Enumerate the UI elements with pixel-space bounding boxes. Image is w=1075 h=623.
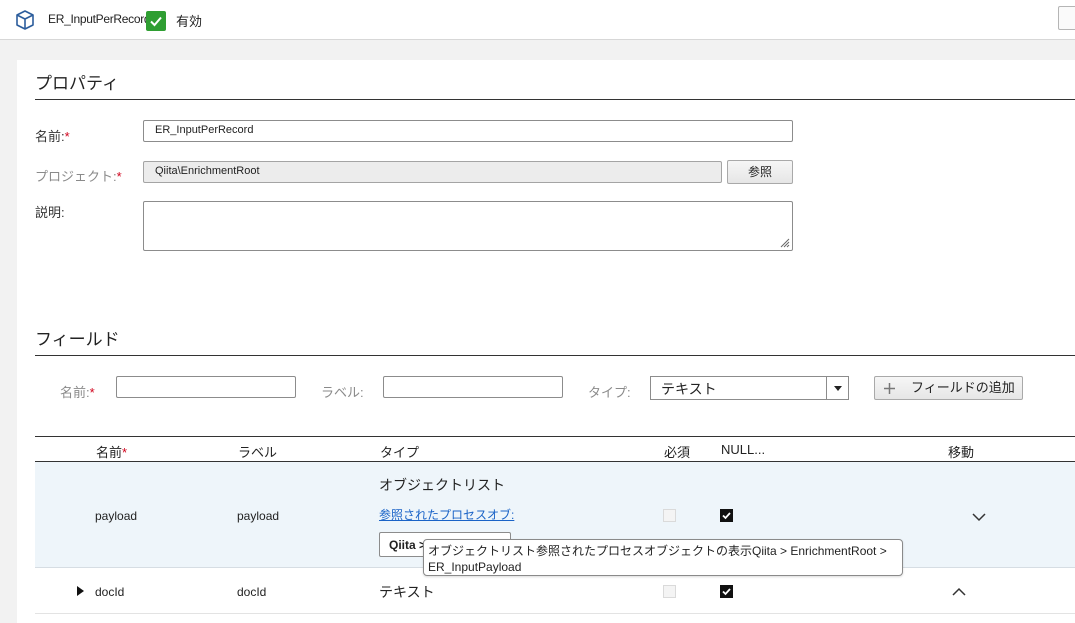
section-divider xyxy=(35,355,1075,356)
browse-button[interactable]: 参照 xyxy=(727,160,793,184)
check-icon xyxy=(722,512,731,520)
nullable-checkbox[interactable] xyxy=(720,509,733,522)
column-header-required[interactable]: 必須 xyxy=(664,442,690,461)
new-field-name-input[interactable] xyxy=(116,376,296,398)
top-bar: ER_InputPerRecord 有効 xyxy=(0,0,1075,40)
new-field-type-label: タイプ: xyxy=(588,385,631,400)
add-field-button[interactable]: フィールドの追加 xyxy=(874,376,1023,400)
chevron-up-icon[interactable] xyxy=(952,587,966,597)
required-checkbox[interactable] xyxy=(663,509,676,522)
tooltip-line-2: ER_InputPayload xyxy=(428,560,522,574)
type-select[interactable]: テキスト xyxy=(650,376,849,400)
new-field-label-input[interactable] xyxy=(383,376,563,398)
left-gutter xyxy=(0,40,17,623)
column-header-name[interactable]: 名前* xyxy=(96,442,127,461)
row-name: docId xyxy=(95,585,125,599)
project-field-label: プロジェクト:* xyxy=(35,169,122,184)
column-header-label[interactable]: ラベル xyxy=(238,442,277,461)
description-field-label: 説明: xyxy=(35,205,65,220)
properties-section-title: プロパティ xyxy=(35,74,119,93)
row-label: docId xyxy=(237,585,267,599)
referenced-object-link[interactable]: 参照されたプロセスオブ: xyxy=(379,506,514,523)
column-header-nullable[interactable]: NULL... xyxy=(721,442,765,457)
required-checkbox[interactable] xyxy=(663,585,676,598)
row-type: オブジェクトリスト xyxy=(379,477,505,493)
row-type: テキスト xyxy=(379,584,435,600)
chevron-down-icon[interactable] xyxy=(826,377,848,399)
column-header-type[interactable]: タイプ xyxy=(380,442,419,461)
type-select-value: テキスト xyxy=(661,381,717,397)
object-title: ER_InputPerRecord xyxy=(48,12,151,26)
object-list-tooltip: オブジェクトリスト参照されたプロセスオブジェクトの表示Qiita > Enric… xyxy=(423,539,903,576)
name-input[interactable]: ER_InputPerRecord xyxy=(143,120,793,142)
tooltip-line-1: オブジェクトリスト参照されたプロセスオブジェクトの表示Qiita > Enric… xyxy=(428,544,887,558)
check-icon xyxy=(722,588,731,596)
project-input: Qiita\EnrichmentRoot xyxy=(143,161,722,183)
add-field-button-label: フィールドの追加 xyxy=(911,380,1015,395)
expand-triangle-icon[interactable] xyxy=(77,586,84,596)
name-field-label: 名前:* xyxy=(35,129,70,144)
chevron-down-icon[interactable] xyxy=(972,512,986,522)
new-field-label-label: ラベル: xyxy=(321,385,364,400)
fields-table-header: 名前* ラベル タイプ 必須 NULL... 移動 xyxy=(35,436,1075,462)
nullable-checkbox[interactable] xyxy=(720,585,733,598)
section-divider xyxy=(35,99,1075,100)
fields-section-title: フィールド xyxy=(35,330,120,349)
description-textarea[interactable] xyxy=(143,201,793,251)
plus-icon xyxy=(884,383,895,394)
check-icon xyxy=(146,11,166,31)
column-header-move[interactable]: 移動 xyxy=(948,442,974,461)
row-name: payload xyxy=(95,509,138,523)
status-label: 有効 xyxy=(176,14,203,29)
cube-icon xyxy=(16,10,34,30)
row-label: payload xyxy=(237,509,280,523)
toolbar-button[interactable] xyxy=(1058,6,1075,30)
new-field-name-label: 名前:* xyxy=(60,385,95,400)
resize-grip-icon[interactable] xyxy=(778,236,790,248)
